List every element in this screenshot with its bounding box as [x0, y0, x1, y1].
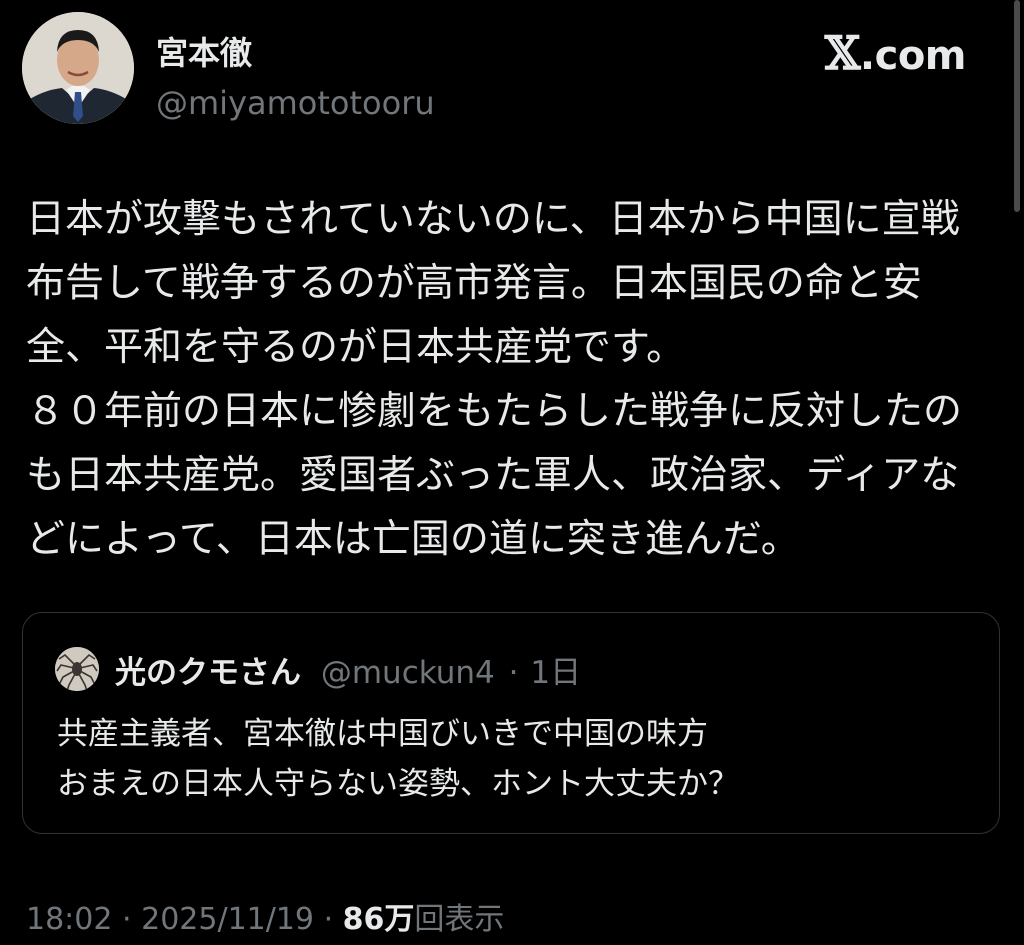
author-display-name[interactable]: 宮本徹 [156, 28, 252, 74]
scrollbar[interactable] [1014, 0, 1020, 212]
footer-separator: · [122, 902, 132, 937]
quoted-tweet-text: 共産主義者、宮本徹は中国びいきで中国の味方 おまえの日本人守らない姿勢、ホント大… [57, 716, 739, 802]
author-avatar[interactable] [22, 12, 134, 124]
quoted-handle[interactable]: @muckun4 [321, 655, 495, 691]
tweet-time[interactable]: 18:02 [26, 902, 112, 937]
quoted-tweet-header: 光のクモさん @muckun4 · 1日 [115, 647, 581, 692]
views-count[interactable]: 86万 [343, 902, 415, 937]
quoted-separator: · [508, 655, 519, 691]
tweet-date[interactable]: 2025/11/19 [141, 902, 314, 937]
tweet-header: 宮本徹 @miyamototooru 𝕏.com [22, 12, 982, 132]
author-handle[interactable]: @miyamototooru [156, 84, 435, 122]
quoted-display-name[interactable]: 光のクモさん [115, 655, 301, 691]
views-label: 回表示 [414, 902, 505, 937]
quoted-tweet-card[interactable]: 光のクモさん @muckun4 · 1日 共産主義者、宮本徹は中国びいきで中国の… [22, 612, 1000, 834]
tweet-footer: 18:02 · 2025/11/19 · 86万回表示 [26, 894, 504, 938]
tweet-body-text: 日本が攻撃もされていないのに、日本から中国に宣戦 布告して戦争するのが高市発言。… [26, 197, 963, 562]
spider-avatar-icon [55, 647, 99, 691]
x-com-logo: 𝕏.com [824, 26, 967, 80]
quoted-age: 1日 [530, 655, 582, 691]
footer-separator: · [323, 902, 334, 937]
